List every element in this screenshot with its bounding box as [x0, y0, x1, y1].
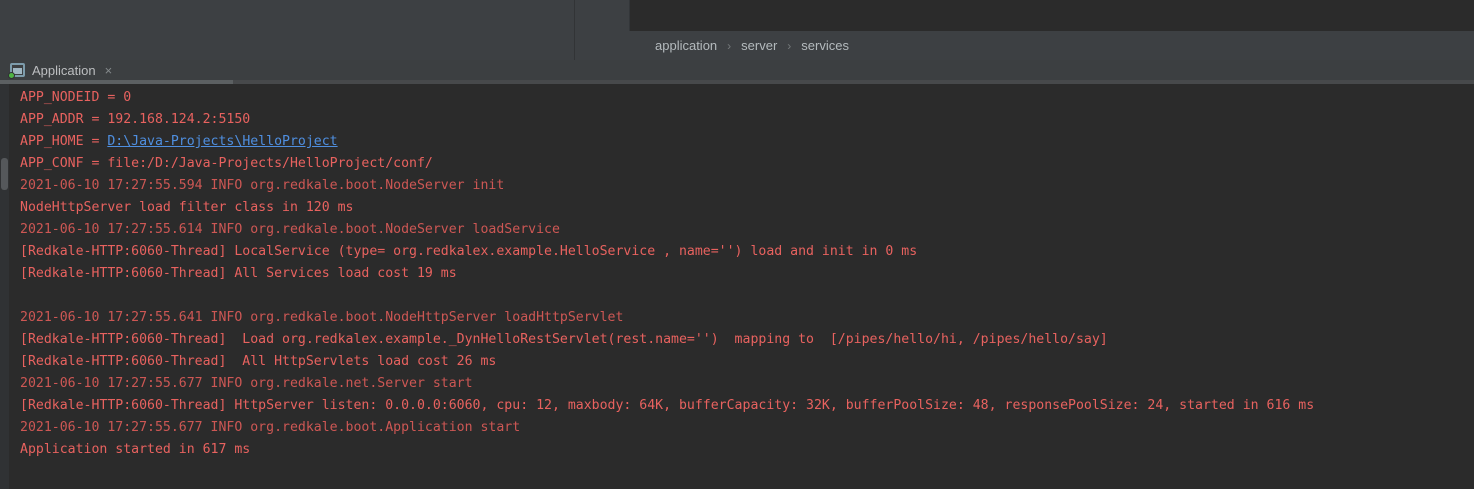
console-line: 2021-06-10 17:27:55.677 INFO org.redkale… [20, 417, 1474, 439]
console-line: NodeHttpServer load filter class in 120 … [20, 197, 1474, 219]
console-line [20, 285, 1474, 307]
run-tab-bar: Application × [0, 60, 1474, 84]
console-line: [Redkale-HTTP:6060-Thread] All Services … [20, 263, 1474, 285]
console-line: [Redkale-HTTP:6060-Thread] Load org.redk… [20, 329, 1474, 351]
console-line: APP_NODEID = 0 [20, 87, 1474, 109]
console-line: 2021-06-10 17:27:55.641 INFO org.redkale… [20, 307, 1474, 329]
app-home-link[interactable]: D:\Java-Projects\HelloProject [107, 134, 337, 149]
console-line: [Redkale-HTTP:6060-Thread] All HttpServl… [20, 351, 1474, 373]
breadcrumb-item-application[interactable]: application [655, 38, 717, 53]
header-panel: application › server › services [0, 0, 1474, 60]
breadcrumb-separator: › [787, 39, 791, 53]
console-line: [Redkale-HTTP:6060-Thread] HttpServer li… [20, 395, 1474, 417]
close-icon[interactable]: × [105, 64, 113, 77]
breadcrumb: application › server › services [655, 31, 849, 60]
console-line: [Redkale-HTTP:6060-Thread] LocalService … [20, 241, 1474, 263]
tab-application-label: Application [32, 63, 96, 78]
console-line: 2021-06-10 17:27:55.614 INFO org.redkale… [20, 219, 1474, 241]
console-line: 2021-06-10 17:27:55.677 INFO org.redkale… [20, 373, 1474, 395]
breadcrumb-separator: › [727, 39, 731, 53]
console-output: APP_NODEID = 0APP_ADDR = 192.168.124.2:5… [0, 84, 1474, 489]
console-line: 2021-06-10 17:27:55.594 INFO org.redkale… [20, 175, 1474, 197]
console-line: APP_CONF = file:/D:/Java-Projects/HelloP… [20, 153, 1474, 175]
editor-background [629, 0, 1474, 31]
console-scrollbar-thumb[interactable] [1, 158, 8, 190]
run-console: APP_NODEID = 0APP_ADDR = 192.168.124.2:5… [0, 84, 1474, 489]
breadcrumb-item-services[interactable]: services [801, 38, 849, 53]
console-line: APP_HOME = D:\Java-Projects\HelloProject [20, 131, 1474, 153]
running-indicator-icon [8, 72, 15, 79]
run-console-icon [10, 63, 25, 77]
breadcrumb-item-server[interactable]: server [741, 38, 777, 53]
console-scrollbar-track [0, 84, 9, 489]
panel-divider [574, 0, 575, 60]
console-line: APP_ADDR = 192.168.124.2:5150 [20, 109, 1474, 131]
console-line: Application started in 617 ms [20, 439, 1474, 461]
tab-application[interactable]: Application × [4, 60, 118, 80]
